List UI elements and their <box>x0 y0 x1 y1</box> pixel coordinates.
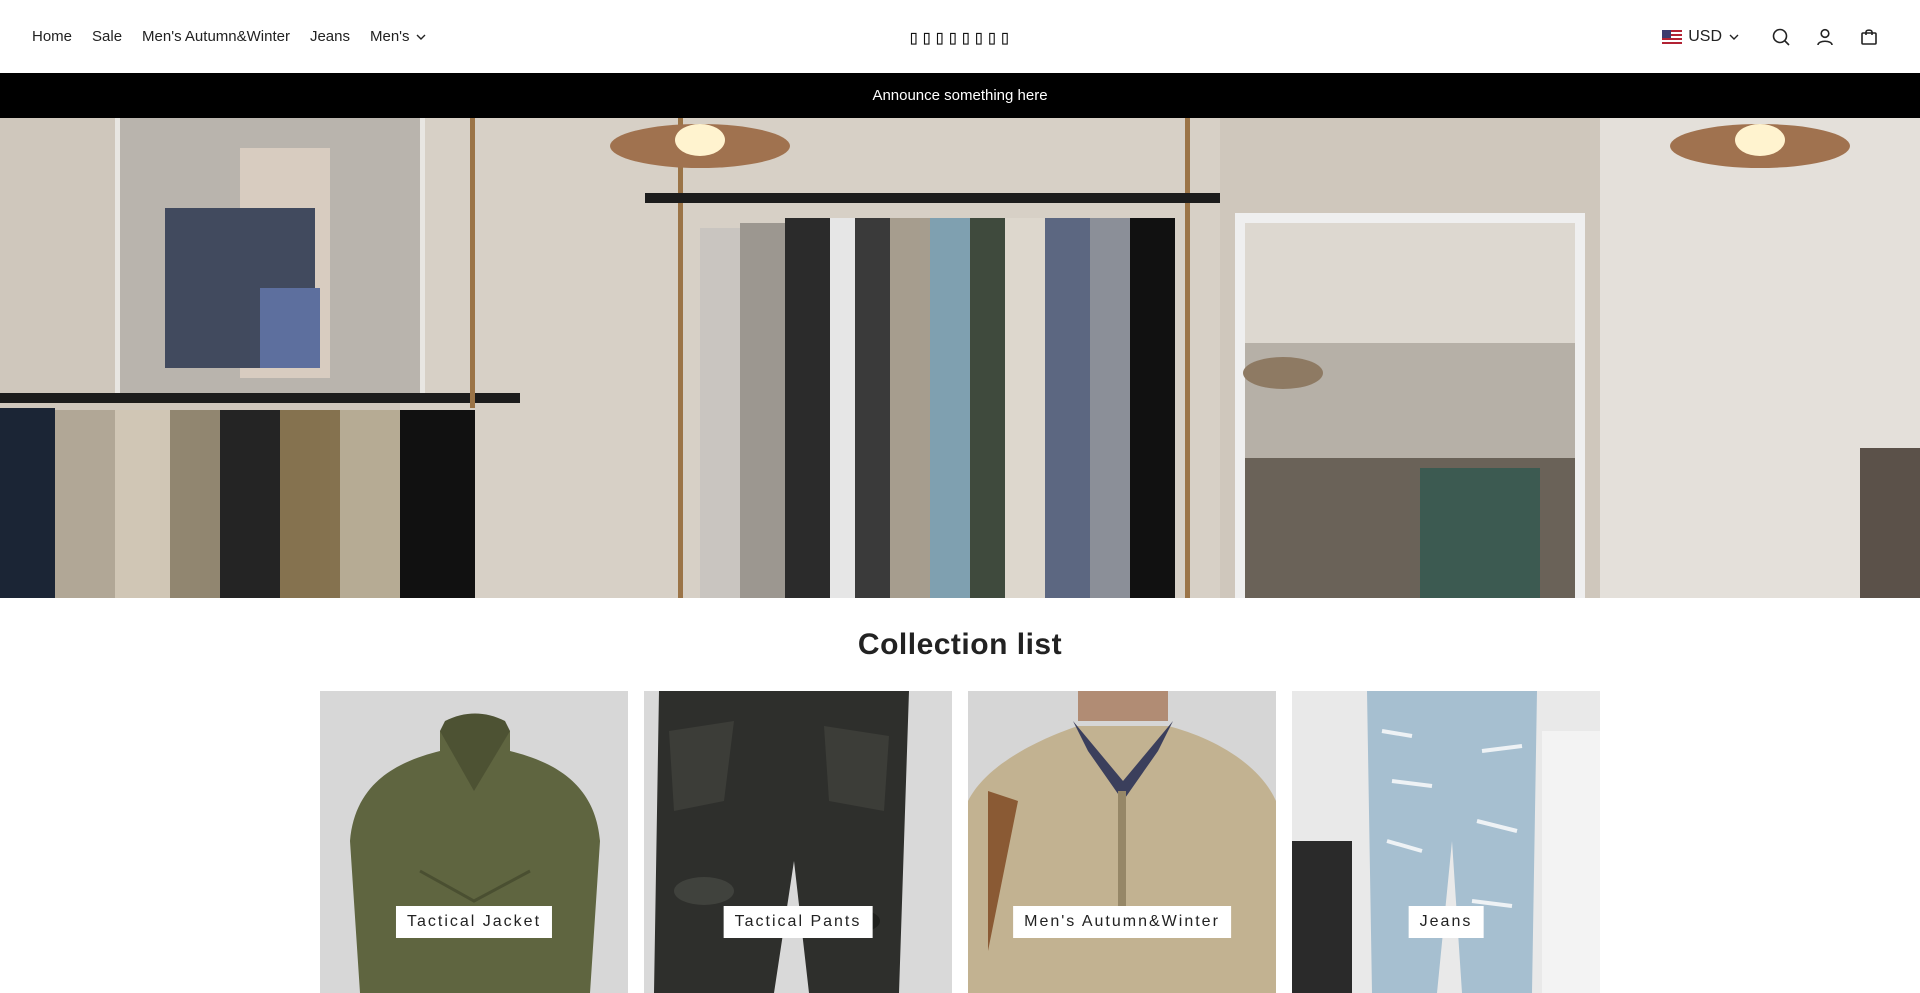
collection-card-mens-autumn-winter[interactable]: Men's Autumn&Winter <box>968 691 1276 993</box>
collection-list-title: Collection list <box>857 628 1063 661</box>
currency-label: USD <box>1688 27 1722 45</box>
hero-banner-image <box>0 118 1920 598</box>
tactical-pants-image <box>644 691 952 993</box>
collection-card-tactical-pants[interactable]: Tactical Pants <box>644 691 952 993</box>
store-logo[interactable]: ▯▯▯▯▯▯▯▯ <box>908 0 1012 73</box>
currency-selector[interactable]: USD <box>1662 28 1740 46</box>
nav-sale[interactable]: Sale <box>92 28 122 45</box>
collection-card-tactical-jacket[interactable]: Tactical Jacket <box>320 691 628 993</box>
nav-jeans[interactable]: Jeans <box>310 28 350 45</box>
card-label: Jeans <box>1408 906 1484 938</box>
card-label: Tactical Pants <box>723 906 873 938</box>
search-icon[interactable] <box>1770 26 1792 48</box>
collection-list: Tactical Jacket Tactical Pants Men's Aut… <box>320 691 1600 993</box>
collection-card-jeans[interactable]: Jeans <box>1292 691 1600 993</box>
chevron-down-icon <box>1729 34 1739 40</box>
header-tools: USD <box>1662 0 1880 73</box>
nav-mens-label: Men's <box>370 28 410 45</box>
main-nav: Home Sale Men's Autumn&Winter Jeans Men'… <box>32 0 427 73</box>
us-flag-icon <box>1662 29 1683 44</box>
cart-icon[interactable] <box>1858 26 1880 48</box>
nav-mens-autumn-winter[interactable]: Men's Autumn&Winter <box>142 28 290 45</box>
site-header: Home Sale Men's Autumn&Winter Jeans Men'… <box>0 0 1920 73</box>
tactical-jacket-image <box>320 691 628 993</box>
nav-home[interactable]: Home <box>32 28 72 45</box>
jeans-image <box>1292 691 1600 993</box>
card-label: Men's Autumn&Winter <box>1013 906 1231 938</box>
store-interior-illustration <box>0 118 1920 598</box>
card-label: Tactical Jacket <box>395 906 553 938</box>
mens-autumn-winter-image <box>968 691 1276 993</box>
announcement-bar: Announce something here <box>0 73 1920 118</box>
nav-mens-dropdown[interactable]: Men's <box>370 28 427 45</box>
account-icon[interactable] <box>1814 26 1836 48</box>
announcement-text: Announce something here <box>872 87 1048 104</box>
chevron-down-icon <box>416 34 426 40</box>
